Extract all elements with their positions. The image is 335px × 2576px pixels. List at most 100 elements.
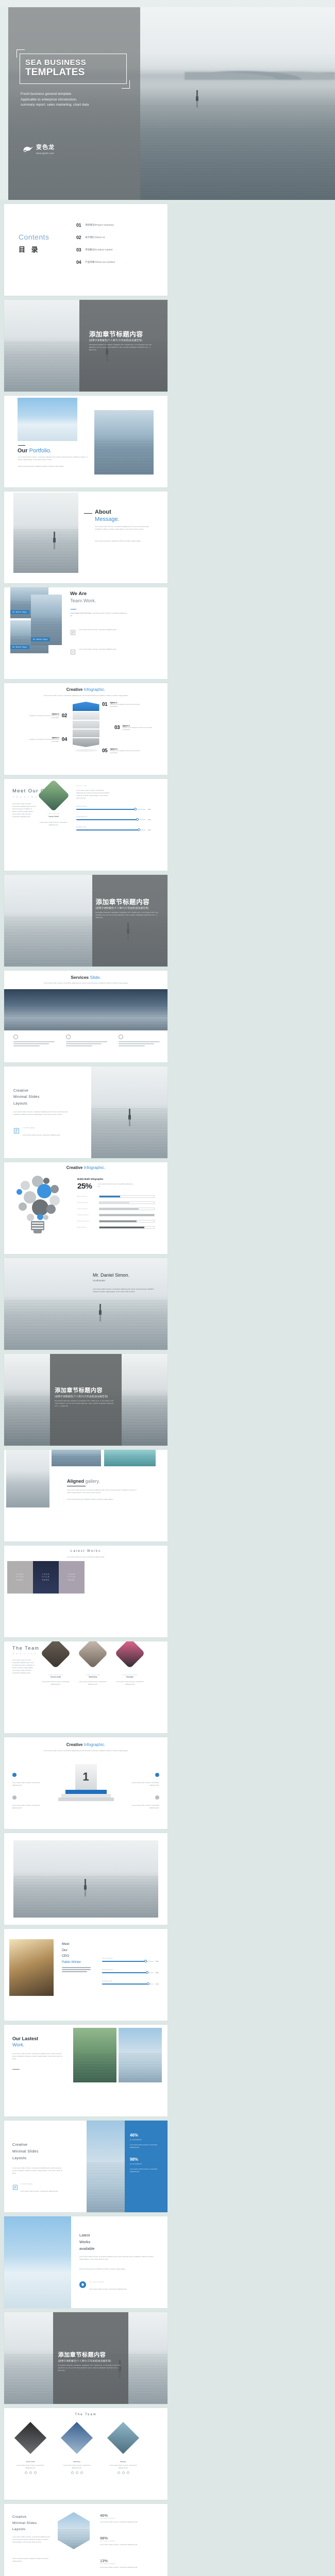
stack-option-03[interactable]: 03 Option 3 Suitable for all categories … (114, 725, 154, 732)
the-team-body: Lorem ipsum dolor sit amet, consectetur … (12, 1659, 35, 1675)
brand-logo-text: 变色龙 www.ppt20.com (36, 142, 55, 155)
podium-title-2: Infographic. (84, 1742, 106, 1747)
slide-lastest-work[interactable]: Our Lastest Work. Lorem ipsum dolor sit … (4, 2025, 167, 2116)
services-item[interactable] (119, 1035, 161, 1047)
linkedin-icon[interactable] (34, 2471, 37, 2474)
slide-hex-stats[interactable]: Creative Minimal Slides Layouts Lorem ip… (4, 2504, 167, 2576)
contents-item-04[interactable]: 04 产品简要/About our product (76, 260, 159, 265)
slide-section-header-3[interactable]: 添加章节标题内容 [适用于述职报告|个人简介|工作总结|会议报告等] BUSIN… (4, 1354, 167, 1446)
facebook-icon[interactable] (118, 2471, 120, 2474)
podium-item-right-2[interactable]: Lorem ipsum dolor sit amet, consectetur … (127, 1793, 159, 1809)
slide-creative-minimal[interactable]: Creative Minimal Slides Layouts Lorem ip… (4, 1066, 167, 1158)
hex-title-1: Creative (12, 2514, 37, 2520)
contents-item-03[interactable]: 03 市场概况/Conduct market (76, 247, 159, 252)
circle-icon (66, 1035, 71, 1039)
about-title-1: About (95, 509, 120, 516)
contents-item-number: 01 (76, 223, 81, 228)
mosaic-tile-label: YOUR TITLE HERE (40, 1573, 53, 1582)
pablo-l3: CEO (62, 1953, 81, 1959)
services-photo (4, 989, 167, 1030)
slide-latest-works-mosaic[interactable]: Latest Works Lorem ipsum dolor sit amet,… (4, 1546, 167, 1637)
slide-bulb-infographic[interactable]: Creative Infographic. (4, 1162, 167, 1254)
slide-services[interactable]: Services Slide. "Lorem ipsum dolor sit a… (4, 971, 167, 1062)
stack-option-desc: Suitable for all categories business and… (110, 704, 142, 708)
available-title-1: Latest (79, 2232, 95, 2239)
linkedin-icon[interactable] (127, 2471, 129, 2474)
bar-label: Blue Option (77, 1196, 96, 1197)
services-item[interactable] (66, 1035, 108, 1047)
contents-item-label: 项目情况/Project summary (85, 224, 114, 227)
team-member-card[interactable]: JOHN WINTER Manager Lorem ipsum dolor si… (115, 1642, 144, 1686)
twitter-icon[interactable] (122, 2471, 125, 2474)
contents-heading-cn: 目 录 (19, 244, 49, 254)
slide-team-work[interactable]: Mr. Michel Taylor Mr. Michel Taylor Mr. … (4, 587, 167, 679)
hex-stat-value: 13% (100, 2558, 157, 2563)
stats-blue-panel: 46% you need statment Lorem ipsum dolor … (125, 2121, 167, 2212)
slide-about-message[interactable]: About Message. Lorem ipsum dolor sit ame… (4, 492, 167, 583)
slide-infographic-stack[interactable]: Creative Infographic. "Lorem ipsum dolor… (4, 683, 167, 775)
slide-contents[interactable]: Contents 目 录 01 项目情况/Project summary 02 … (4, 204, 167, 296)
slide-minimal-blue-stats[interactable]: Creative Minimal Slides Layouts Lorem ip… (4, 2121, 167, 2212)
services-item[interactable] (13, 1035, 56, 1047)
skill-pct: 88% (148, 819, 151, 821)
stack-option-number: 05 (102, 748, 107, 754)
podium-item-left-1[interactable]: Lorem ipsum dolor sit amet, consectetur … (12, 1770, 44, 1787)
team2-socials[interactable] (106, 2471, 140, 2474)
facebook-icon[interactable] (25, 2471, 27, 2474)
slide-the-team-2[interactable]: The Team Social media Lorem ipsum dolor … (4, 2408, 167, 2500)
hex-title-2: Minimal Slides (12, 2520, 37, 2527)
slide-section-header-1[interactable]: 添加章节标题内容 [适用于述职报告|个人简介|工作总结|会议报告等] BUSIN… (4, 300, 167, 392)
team-title-1: We Are (70, 590, 96, 598)
team-member-card[interactable]: JOHN WINTER Social media Lorem ipsum dol… (41, 1642, 70, 1686)
team-member-body: Lorem ipsum dolor sit amet, consectetur … (78, 1681, 107, 1686)
hex-stat-1: 46% you need statment Lorem ipsum dolor … (100, 2513, 157, 2523)
lastest-photo-2 (119, 2028, 162, 2082)
team2-card[interactable]: Social media Lorem ipsum dolor sit amet,… (13, 2427, 47, 2474)
stack-option-01[interactable]: 01 Option 1 Suitable for all categories … (102, 702, 142, 708)
slide-our-portfolio[interactable]: Our Portfolio. Lorem ipsum dolor sit ame… (4, 396, 167, 487)
facebook-icon[interactable] (71, 2471, 74, 2474)
team-feature-text-1: Lorem ipsum dolor sit amet, consectetur … (79, 629, 129, 638)
linkedin-icon[interactable] (80, 2471, 83, 2474)
contents-item-02[interactable]: 02 关于我们/About us (76, 235, 159, 240)
mosaic-tile-9[interactable]: YOUR TITLE HERE (59, 1561, 85, 1594)
team2-card[interactable]: Manager Lorem ipsum dolor sit amet, cons… (106, 2427, 140, 2474)
team2-socials[interactable] (13, 2471, 47, 2474)
twitter-icon[interactable] (76, 2471, 78, 2474)
slide-meet-our-ceo[interactable]: Meet Our CEO A B O U T M E Lorem ipsum d… (4, 779, 167, 871)
team2-socials[interactable] (60, 2471, 94, 2474)
slide-daniel-simon[interactable]: Mr. Daniel Simon. Ceo/founder Lorem ipsu… (4, 1258, 167, 1350)
hexstats-kicker: YOU'RE HERE (21, 2183, 69, 2185)
slide-aligned-gallery[interactable]: Aligned gallery. Lorem ipsum dolor sit a… (4, 1450, 167, 1541)
stack-option-05[interactable]: 05 Option 5 Suitable for all categories … (102, 748, 142, 755)
mosaic-tile-5[interactable]: YOUR TITLE HERE (33, 1561, 59, 1594)
team2-card[interactable]: Marketing Lorem ipsum dolor sit amet, co… (60, 2427, 94, 2474)
available-photo (4, 2216, 71, 2308)
team2-body: Lorem ipsum dolor sit amet, consectetur … (60, 2464, 94, 2469)
lastest-title-2: Work. (12, 2042, 38, 2048)
about-body-1: Lorem ipsum dolor sit amet, consectetur … (95, 526, 156, 531)
minimal-title-3: Layouts (13, 1101, 40, 1107)
slide-meet-ceo-pablo[interactable]: Meet Our CEO Pablo Winter PHOTOSHOP 85% … (4, 1929, 167, 2021)
stack-option-04[interactable]: Option 4 Suitable for all categories bus… (27, 737, 67, 743)
slide-latest-works-available[interactable]: Latest Works available Lorem ipsum dolor… (4, 2216, 167, 2308)
podium-item-left-2[interactable]: Lorem ipsum dolor sit amet, consectetur … (12, 1793, 44, 1809)
slide-section-header-4[interactable]: 添加章节标题内容 [适用于述职报告|个人简介|工作总结|会议报告等] BUSIN… (4, 2312, 167, 2404)
contents-item-01[interactable]: 01 项目情况/Project summary (76, 223, 159, 228)
slide-photo-full[interactable] (4, 1833, 167, 1925)
podium-item-right-1[interactable]: Lorem ipsum dolor sit amet, consectetur … (127, 1770, 159, 1787)
slide-section-header-2[interactable]: 添加章节标题内容 [适用于述职报告|个人简介|工作总结|会议报告等] BUSIN… (4, 875, 167, 967)
slide-podium-infographic[interactable]: Creative Infographic. "Lorem ipsum dolor… (4, 1737, 167, 1829)
grid-icon (70, 648, 76, 657)
podium-item-text: Lorem ipsum dolor sit amet, consectetur … (12, 1804, 44, 1809)
corner-bracket-bottom-right (122, 80, 130, 89)
gallery-photo-1 (6, 1450, 49, 1507)
skill-pct: 85% (156, 1960, 159, 1962)
hexstats-feature: YOU'RE HERE Lorem ipsum dolor sit amet, … (12, 2183, 69, 2194)
template-showcase-page: SEA BUSINESS TEMPLATES Fresh business ge… (0, 0, 335, 2576)
mosaic-tile-1[interactable]: YOUR TITLE HERE (7, 1561, 33, 1594)
twitter-icon[interactable] (29, 2471, 32, 2474)
stack-option-02[interactable]: Option 3 Suitable for all categories bus… (27, 713, 67, 720)
team-member-card[interactable]: JOHN WINTER Marketing Lorem ipsum dolor … (78, 1642, 107, 1686)
slide-the-team[interactable]: The Team A B O U T U S Lorem ipsum dolor… (4, 1641, 167, 1733)
